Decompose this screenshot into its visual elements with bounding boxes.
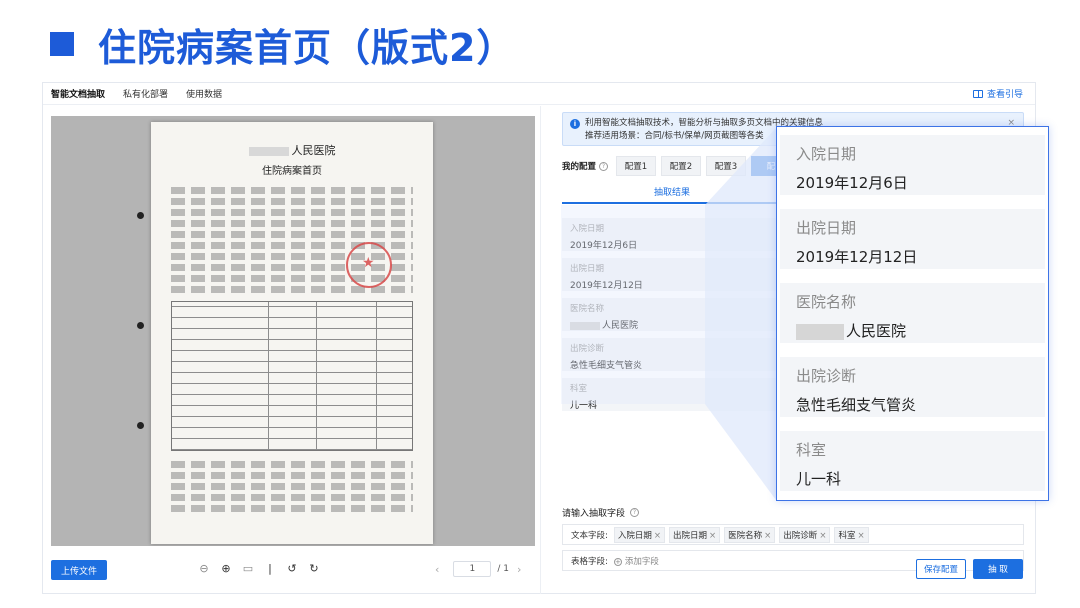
preview-pane: 人民医院 住院病案首页 上传文件 ⊖ ⊕ ▭	[43, 106, 541, 594]
zoom-in-icon[interactable]: ⊕	[215, 562, 237, 575]
punch-hole-icon	[137, 322, 144, 329]
redaction-block	[796, 323, 844, 340]
zoom-field-hospital-name: 医院名称 人民医院	[780, 283, 1045, 343]
rotate-left-icon[interactable]: ↺	[281, 562, 303, 575]
help-icon[interactable]: ?	[599, 161, 609, 171]
punch-hole-icon	[137, 212, 144, 219]
rotate-right-icon[interactable]: ↻	[303, 562, 325, 575]
tab-config-2[interactable]: 配置2	[661, 156, 702, 176]
nav-item-doc-extract[interactable]: 智能文档抽取	[51, 87, 105, 100]
add-field-button[interactable]: + 添加字段	[613, 555, 659, 567]
remove-tag-icon: ×	[709, 530, 717, 541]
document-footer-lines	[171, 461, 413, 512]
tab-extraction-result[interactable]: 抽取结果	[562, 182, 782, 204]
upload-file-button[interactable]: 上传文件	[51, 560, 107, 580]
slide-title-text: 住院病案首页（版式2）	[98, 25, 516, 70]
top-nav: 智能文档抽取 私有化部署 使用数据 查看引导	[43, 83, 1035, 105]
pager: ‹ 1 / 1 ›	[435, 561, 521, 577]
text-fields-box[interactable]: 文本字段: 入院日期 × 出院日期 × 医院名称 × 出院诊断 × 科室 ×	[562, 524, 1024, 545]
zoom-field-discharge-date: 出院日期 2019年12月12日	[780, 209, 1045, 269]
punch-hole-icon	[137, 422, 144, 429]
zoom-field-discharge-diagnosis: 出院诊断 急性毛细支气管炎	[780, 357, 1045, 417]
document-table	[171, 301, 413, 451]
document-preview[interactable]: 人民医院 住院病案首页	[51, 116, 535, 546]
remove-tag-icon: ×	[819, 530, 827, 541]
fit-screen-icon[interactable]: ▭	[237, 562, 259, 575]
remove-tag-icon: ×	[764, 530, 772, 541]
extract-button[interactable]: 抽 取	[973, 559, 1023, 579]
help-icon[interactable]: ?	[630, 508, 640, 517]
book-icon	[972, 89, 983, 98]
nav-item-usage-data[interactable]: 使用数据	[186, 87, 222, 100]
document-hospital: 人民医院	[171, 142, 413, 158]
prev-page-icon[interactable]: ‹	[435, 563, 439, 576]
info-icon: i	[570, 119, 580, 129]
result-field-hospital-name: 医院名称 人民医院	[562, 298, 792, 331]
zoom-out-icon[interactable]: ⊖	[193, 562, 215, 575]
page-input[interactable]: 1	[453, 561, 492, 577]
preview-toolbar: ⊖ ⊕ ▭ | ↺ ↻	[193, 562, 325, 575]
remove-tag-icon: ×	[857, 530, 865, 541]
tag-discharge-diagnosis[interactable]: 出院诊断 ×	[779, 526, 831, 543]
zoomed-results-callout: 入院日期 2019年12月6日 出院日期 2019年12月12日 医院名称 人民…	[776, 126, 1049, 501]
zoom-field-department: 科室 儿一科	[780, 431, 1045, 491]
redaction-block	[570, 321, 600, 330]
add-icon: +	[613, 557, 622, 566]
remove-tag-icon: ×	[653, 530, 662, 541]
result-field-discharge-diagnosis: 出院诊断 急性毛细支气管炎	[562, 338, 792, 371]
next-page-icon[interactable]: ›	[517, 563, 521, 576]
tag-department[interactable]: 科室 ×	[834, 526, 869, 543]
redaction-block	[248, 146, 289, 156]
config-label: 我的配置	[562, 162, 597, 172]
guide-link[interactable]: 查看引导	[972, 87, 1023, 100]
save-config-button[interactable]: 保存配置	[916, 559, 966, 579]
tab-config-1[interactable]: 配置1	[616, 156, 657, 176]
tab-config-3[interactable]: 配置3	[706, 156, 747, 176]
extract-fields-label: 请输入抽取字段 ?	[562, 506, 647, 519]
hospital-stamp	[346, 242, 392, 288]
config-row: 我的配置 ? 配置1 配置2 配置3 配	[562, 156, 796, 176]
nav-item-private-deploy[interactable]: 私有化部署	[123, 87, 168, 100]
result-field-department: 科室 儿一科	[562, 378, 792, 411]
tag-discharge-date[interactable]: 出院日期 ×	[669, 526, 721, 543]
tag-hospital-name[interactable]: 医院名称 ×	[724, 526, 776, 543]
guide-link-label: 查看引导	[986, 90, 1023, 100]
result-field-admission-date: 入院日期 2019年12月6日	[562, 218, 792, 251]
document-photo: 人民医院 住院病案首页	[137, 122, 433, 544]
document-form-title: 住院病案首页	[262, 166, 322, 177]
result-field-discharge-date: 出院日期 2019年12月12日	[562, 258, 792, 291]
page-total: / 1	[497, 564, 510, 574]
zoom-field-admission-date: 入院日期 2019年12月6日	[780, 135, 1045, 195]
divider-icon: |	[268, 562, 272, 575]
title-square-icon	[50, 32, 74, 56]
tag-admission-date[interactable]: 入院日期 ×	[613, 526, 666, 543]
slide-title: 住院病案首页（版式2）	[50, 18, 515, 70]
